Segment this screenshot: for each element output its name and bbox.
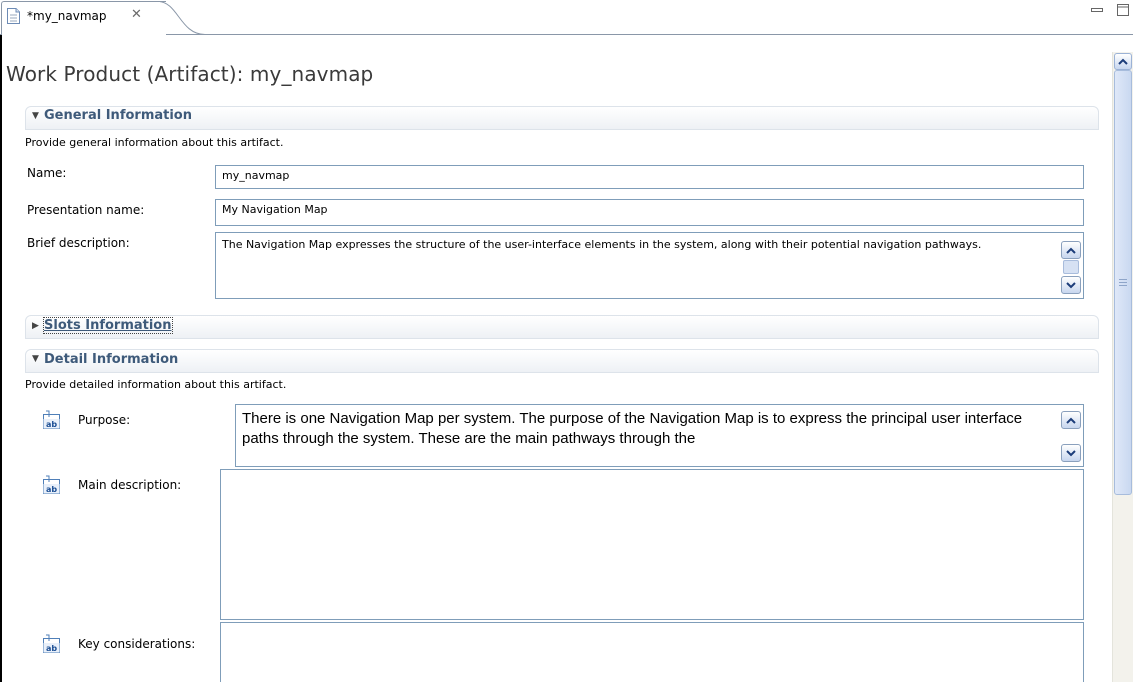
- svg-text:ab: ab: [46, 644, 57, 653]
- presentation-name-field[interactable]: My Navigation Map: [215, 199, 1084, 226]
- svg-text:ab: ab: [46, 485, 57, 494]
- main-description-field[interactable]: [220, 469, 1084, 620]
- brief-scroll-thumb[interactable]: [1063, 260, 1079, 274]
- purpose-label: Purpose:: [78, 413, 131, 427]
- detail-section-description: Provide detailed information about this …: [25, 378, 287, 391]
- chevron-down-icon: [1066, 449, 1076, 456]
- rich-text-editor-icon[interactable]: ab: [42, 634, 62, 654]
- rich-text-editor-icon[interactable]: ab: [42, 475, 62, 495]
- minimize-icon[interactable]: [1091, 5, 1103, 15]
- chevron-up-icon: [1066, 247, 1076, 254]
- brief-description-field[interactable]: The Navigation Map expresses the structu…: [215, 232, 1084, 299]
- name-field[interactable]: my_navmap: [215, 165, 1084, 189]
- purpose-scroll-up-button[interactable]: [1061, 411, 1081, 429]
- main-description-label: Main description:: [78, 478, 182, 492]
- presentation-name-label: Presentation name:: [27, 203, 145, 217]
- twisty-collapsed-icon[interactable]: ▶: [32, 321, 39, 331]
- page-title: Work Product (Artifact): my_navmap: [6, 62, 374, 86]
- purpose-field[interactable]: There is one Navigation Map per system. …: [235, 404, 1084, 467]
- detail-section-header[interactable]: [25, 349, 1099, 373]
- purpose-scroll-down-button[interactable]: [1061, 444, 1081, 462]
- tab-label: *my_navmap: [27, 9, 107, 23]
- key-considerations-label: Key considerations:: [78, 637, 196, 651]
- chevron-down-icon: [1066, 281, 1076, 288]
- brief-description-label: Brief description:: [27, 236, 130, 250]
- brief-scroll-down-button[interactable]: [1061, 276, 1081, 294]
- editor-scroll-up-button[interactable]: [1114, 53, 1132, 70]
- name-label: Name:: [27, 166, 67, 180]
- document-icon: [7, 8, 20, 24]
- slots-section-header[interactable]: [25, 315, 1099, 339]
- slots-section-title[interactable]: Slots Information: [43, 317, 173, 334]
- twisty-expanded-icon[interactable]: ▼: [32, 354, 39, 364]
- chevron-up-icon: [1066, 417, 1076, 424]
- key-considerations-field[interactable]: [220, 622, 1084, 682]
- twisty-expanded-icon[interactable]: ▼: [32, 111, 39, 121]
- detail-section-title[interactable]: Detail Information: [44, 352, 178, 367]
- general-section-description: Provide general information about this a…: [25, 136, 284, 149]
- close-icon[interactable]: ✕: [131, 7, 142, 22]
- rich-text-editor-icon[interactable]: ab: [42, 410, 62, 430]
- chevron-up-icon: [1118, 58, 1128, 65]
- maximize-icon[interactable]: [1117, 4, 1129, 16]
- tab-curve: [150, 1, 206, 35]
- scroll-grip-icon: [1119, 279, 1127, 286]
- general-section-title[interactable]: General Information: [44, 108, 192, 123]
- brief-scroll-up-button[interactable]: [1061, 241, 1081, 259]
- svg-text:ab: ab: [46, 420, 57, 429]
